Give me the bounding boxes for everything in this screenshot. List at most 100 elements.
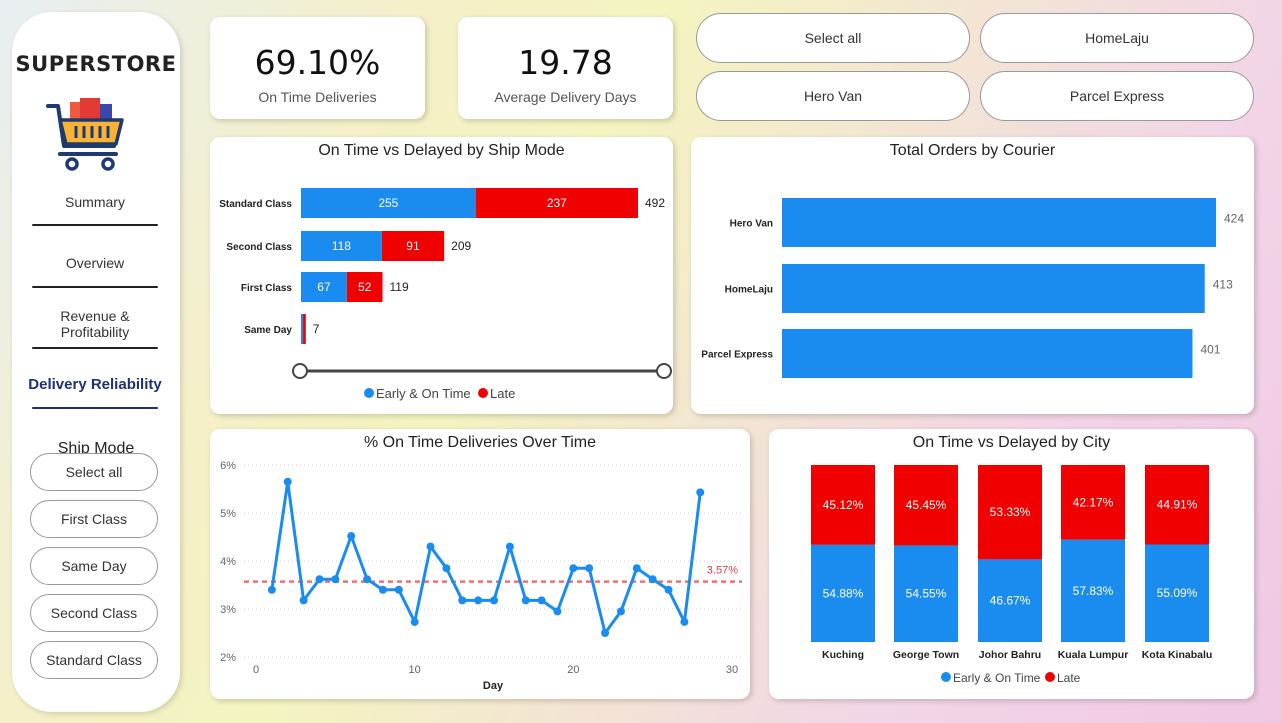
bar-total-label: 119 bbox=[390, 280, 409, 294]
data-point bbox=[283, 477, 292, 486]
data-point bbox=[505, 542, 514, 551]
bar-total-label: 7 bbox=[313, 322, 320, 336]
category-label: Kuching bbox=[822, 649, 864, 661]
nav-revenue-profitability[interactable]: Revenue & Profitability bbox=[32, 308, 158, 340]
category-label: Johor Bahru bbox=[979, 649, 1041, 661]
bar-value-label: 413 bbox=[1213, 278, 1233, 292]
data-point bbox=[664, 585, 673, 594]
legend-label: Early & On Time bbox=[953, 671, 1041, 685]
data-point bbox=[378, 585, 387, 594]
data-point bbox=[474, 596, 483, 605]
on-time-trend-chart: 2% 3% 4% 5% 6% 0 10 20 30 Day 3.57% bbox=[220, 460, 742, 692]
brand-title: SUPERSTORE bbox=[15, 52, 177, 76]
ship-mode-first-class[interactable]: First Class bbox=[30, 500, 158, 538]
kpi-card-avg-days: 19.78 Average Delivery Days bbox=[458, 17, 673, 119]
range-slider-handle[interactable] bbox=[292, 363, 308, 379]
bar-value-label: 91 bbox=[406, 239, 420, 253]
courier-parcel-express[interactable]: Parcel Express bbox=[980, 71, 1254, 121]
chart-card-on-time-trend: % On Time Deliveries Over Time 2% 3% 4% 5% 6… bbox=[210, 429, 750, 699]
y-tick-label: 6% bbox=[220, 460, 236, 472]
data-point bbox=[601, 629, 610, 637]
y-tick-label: 5% bbox=[220, 508, 236, 520]
legend-marker-late bbox=[478, 388, 488, 398]
nav-delivery-reliability[interactable]: Delivery Reliability bbox=[22, 376, 168, 393]
kpi-card-on-time: 69.10% On Time Deliveries bbox=[210, 17, 425, 119]
data-point bbox=[331, 575, 340, 584]
bar-value-label: 45.12% bbox=[823, 498, 864, 512]
data-point bbox=[632, 564, 641, 573]
bar-value-label: 45.45% bbox=[906, 498, 947, 512]
legend-label: Early & On Time bbox=[376, 386, 471, 401]
data-point bbox=[696, 488, 705, 497]
x-tick-label: 20 bbox=[567, 664, 579, 676]
bar-late bbox=[303, 314, 306, 344]
category-label: Parcel Express bbox=[701, 350, 773, 361]
data-point bbox=[585, 564, 594, 573]
bar-value-label: 46.67% bbox=[990, 594, 1031, 608]
category-label: Hero Van bbox=[730, 219, 773, 230]
data-point bbox=[347, 532, 356, 541]
legend-marker-on-time bbox=[364, 388, 374, 398]
data-point bbox=[315, 575, 324, 584]
category-label: Same Day bbox=[244, 325, 292, 336]
bar-value-label: 52 bbox=[358, 280, 372, 294]
chart-card-ship-mode: On Time vs Delayed by Ship Mode Standard… bbox=[210, 137, 673, 414]
bar-total-label: 492 bbox=[645, 196, 665, 210]
nav-divider bbox=[32, 224, 158, 226]
bar-value-label: 42.17% bbox=[1073, 495, 1114, 509]
category-label: Kuala Lumpur bbox=[1058, 649, 1129, 661]
nav-divider bbox=[32, 286, 158, 288]
courier-chart: Hero Van 424 HomeLaju 413 Parcel Express 401 bbox=[701, 198, 1244, 378]
kpi-label: Average Delivery Days bbox=[494, 89, 637, 105]
bar-value-label: 237 bbox=[547, 196, 567, 210]
bar-value-label: 44.91% bbox=[1157, 498, 1198, 512]
nav-summary[interactable]: Summary bbox=[32, 194, 158, 210]
category-label: Kota Kinabalu bbox=[1142, 649, 1213, 661]
bar bbox=[782, 198, 1216, 247]
kpi-value: 19.78 bbox=[518, 43, 613, 82]
chart-card-courier: Total Orders by Courier Hero Van 424 HomeL… bbox=[691, 137, 1254, 414]
chart-card-city: On Time vs Delayed by City 45.12% 54.88% K… bbox=[769, 429, 1254, 699]
kpi-label: On Time Deliveries bbox=[258, 89, 377, 105]
courier-hero-van[interactable]: Hero Van bbox=[696, 71, 970, 121]
data-point bbox=[616, 607, 625, 616]
legend-marker-on-time bbox=[941, 672, 951, 682]
legend-label: Late bbox=[490, 386, 515, 401]
bar-total-label: 209 bbox=[451, 239, 471, 253]
ship-mode-standard-class[interactable]: Standard Class bbox=[30, 641, 158, 679]
legend-marker-late bbox=[1045, 672, 1055, 682]
range-slider-handle[interactable] bbox=[656, 363, 672, 379]
data-point bbox=[648, 575, 657, 584]
data-point bbox=[537, 596, 546, 605]
courier-homelaju[interactable]: HomeLaju bbox=[980, 13, 1254, 63]
nav-overview[interactable]: Overview bbox=[32, 255, 158, 271]
ship-mode-select-all[interactable]: Select all bbox=[30, 453, 158, 491]
ship-mode-same-day[interactable]: Same Day bbox=[30, 547, 158, 585]
data-point bbox=[680, 617, 689, 626]
bar-value-label: 255 bbox=[378, 196, 398, 210]
x-tick-label: 0 bbox=[253, 664, 259, 676]
courier-select-all[interactable]: Select all bbox=[696, 13, 970, 63]
bar-value-label: 424 bbox=[1224, 212, 1244, 226]
data-point bbox=[458, 596, 467, 605]
data-point bbox=[426, 542, 435, 551]
shopping-cart-icon bbox=[46, 96, 130, 176]
y-tick-label: 2% bbox=[220, 652, 236, 664]
average-label: 3.57% bbox=[707, 565, 738, 577]
ship-mode-chart: Standard Class 255 237 492 Second Class 118 91… bbox=[219, 188, 672, 401]
x-axis-label: Day bbox=[483, 680, 504, 692]
data-point bbox=[363, 575, 372, 584]
legend-label: Late bbox=[1057, 671, 1081, 685]
category-label: George Town bbox=[893, 649, 959, 661]
kpi-value: 69.10% bbox=[254, 43, 381, 82]
category-label: HomeLaju bbox=[725, 285, 773, 296]
sidebar: SUPERSTORE Summary Overview Revenue & Pr… bbox=[12, 12, 180, 712]
bar-value-label: 67 bbox=[317, 280, 331, 294]
data-point bbox=[267, 585, 276, 594]
y-tick-label: 3% bbox=[220, 604, 236, 616]
category-label: Standard Class bbox=[219, 199, 292, 210]
bar-value-label: 55.09% bbox=[1157, 586, 1198, 600]
ship-mode-second-class[interactable]: Second Class bbox=[30, 594, 158, 632]
bar-value-label: 118 bbox=[332, 239, 351, 253]
bar-value-label: 54.88% bbox=[823, 586, 864, 600]
